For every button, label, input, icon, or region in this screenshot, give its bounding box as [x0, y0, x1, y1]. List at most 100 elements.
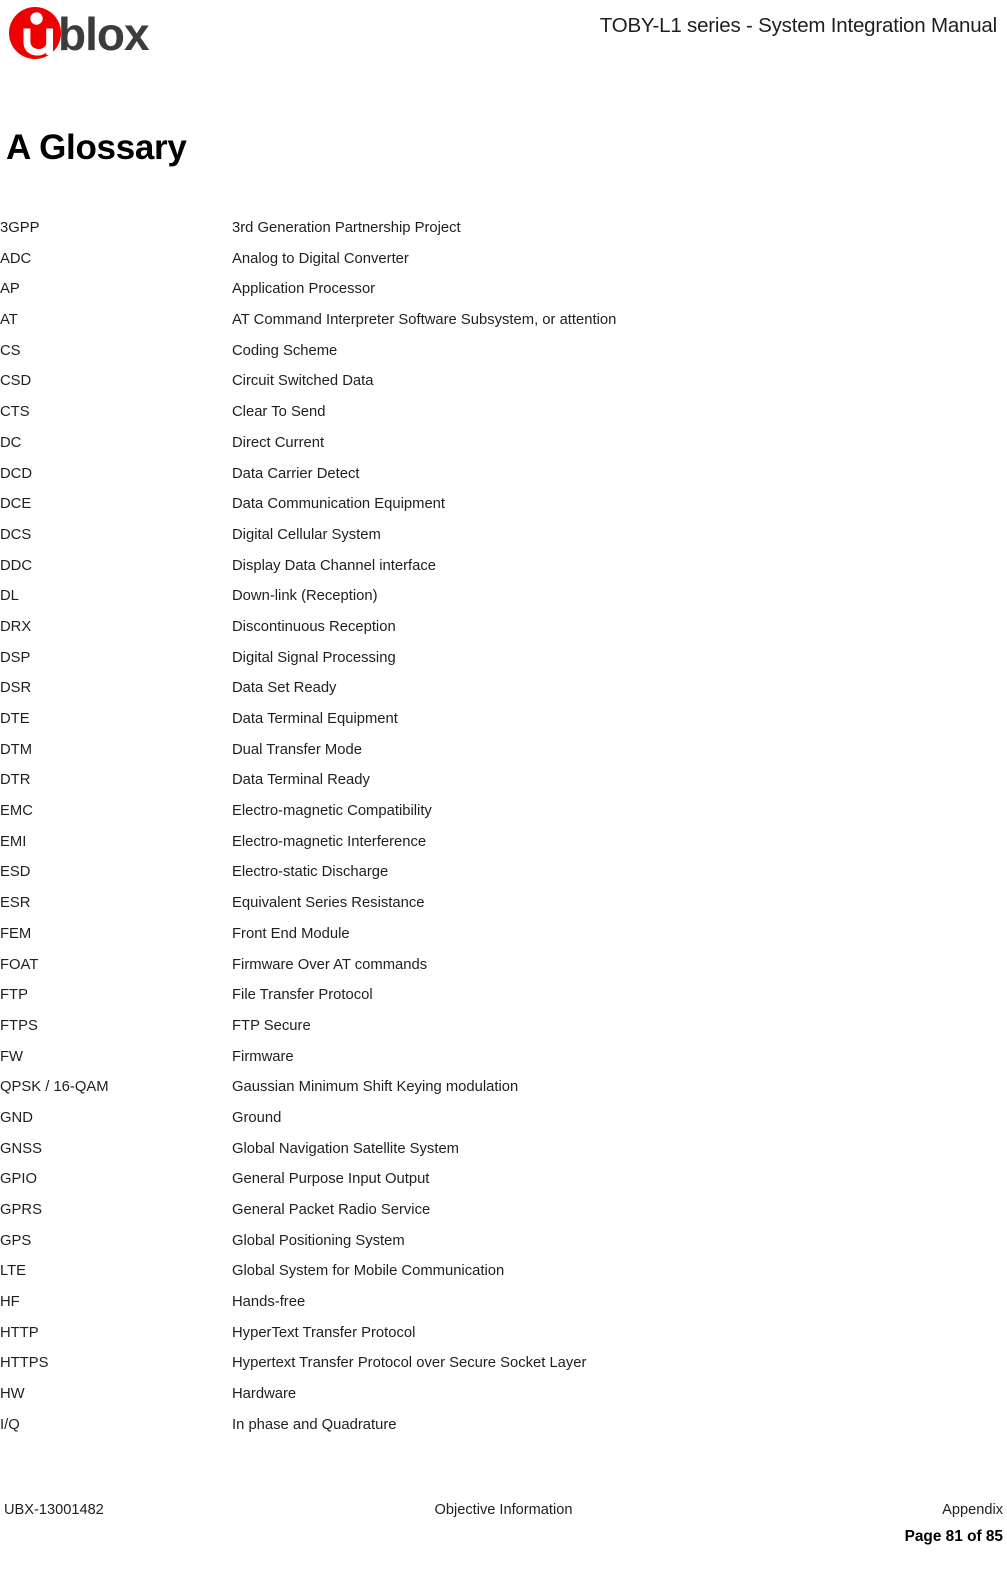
- glossary-term: DSR: [0, 680, 32, 697]
- glossary-term: FEM: [0, 925, 32, 942]
- ublox-logo: blox: [6, 4, 166, 62]
- glossary-term: DCD: [0, 465, 33, 482]
- glossary-row: QPSK / 16-QAM Gaussian Minimum Shift Keyi…: [0, 1079, 1007, 1110]
- glossary-definition: Firmware Over AT commands: [232, 956, 428, 973]
- glossary-definition: Equivalent Series Resistance: [232, 895, 425, 912]
- page-title: A Glossary: [6, 128, 187, 167]
- glossary-row: FOAT Firmware Over AT commands: [0, 957, 1007, 988]
- glossary-row: LTE Global System for Mobile Communicatio…: [0, 1263, 1007, 1294]
- glossary-definition: Direct Current: [232, 434, 325, 451]
- glossary-row: DDC Display Data Channel interface: [0, 558, 1007, 589]
- glossary-row: DTR Data Terminal Ready: [0, 772, 1007, 803]
- glossary-definition: AT Command Interpreter Software Subsyste…: [232, 312, 617, 329]
- glossary-row: FTPS FTP Secure: [0, 1018, 1007, 1049]
- glossary-row: HW Hardware: [0, 1386, 1007, 1417]
- glossary-definition: General Purpose Input Output: [232, 1171, 430, 1188]
- glossary-definition: HyperText Transfer Protocol: [232, 1324, 416, 1341]
- glossary-definition: Application Processor: [232, 281, 376, 298]
- glossary-definition: Data Carrier Detect: [232, 465, 360, 482]
- glossary-row: EMC Electro-magnetic Compatibility: [0, 803, 1007, 834]
- glossary-definition: 3rd Generation Partnership Project: [232, 220, 461, 236]
- glossary-term: HF: [0, 1294, 20, 1311]
- footer-page-number: Page 81 of 85: [904, 1528, 1003, 1545]
- glossary-term: FOAT: [0, 956, 39, 973]
- glossary-definition: Global System for Mobile Communication: [232, 1263, 505, 1280]
- glossary-definition: File Transfer Protocol: [232, 987, 373, 1004]
- glossary-term: CS: [0, 342, 21, 359]
- glossary-term: DSP: [0, 649, 31, 666]
- glossary-definition: Hands-free: [232, 1294, 306, 1311]
- glossary-term: GPS: [0, 1232, 32, 1249]
- footer-section-label: Appendix: [942, 1502, 1003, 1518]
- glossary-definition: In phase and Quadrature: [232, 1416, 397, 1433]
- glossary-definition: Discontinuous Reception: [232, 618, 396, 635]
- glossary-row: GPRS General Packet Radio Service: [0, 1202, 1007, 1233]
- glossary-definition: Display Data Channel interface: [232, 557, 436, 574]
- glossary-term: AT: [0, 312, 18, 329]
- glossary-term: I/Q: [0, 1416, 20, 1433]
- glossary-term: ESD: [0, 864, 31, 881]
- glossary-row: EMI Electro-magnetic Interference: [0, 834, 1007, 865]
- glossary-row: GPIO General Purpose Input Output: [0, 1171, 1007, 1202]
- glossary-definition: Ground: [232, 1109, 282, 1126]
- glossary-term: GNSS: [0, 1140, 42, 1157]
- glossary-definition: Clear To Send: [232, 404, 326, 421]
- glossary-definition: Dual Transfer Mode: [232, 741, 362, 758]
- glossary-term: GND: [0, 1109, 33, 1126]
- svg-text:blox: blox: [58, 8, 150, 60]
- page-header: blox TOBY-L1 series - System Integration…: [0, 0, 1007, 70]
- glossary-row: FEM Front End Module: [0, 926, 1007, 957]
- document-header-title: TOBY-L1 series - System Integration Manu…: [599, 14, 997, 37]
- glossary-definition: Digital Signal Processing: [232, 649, 396, 666]
- glossary-term: QPSK / 16-QAM: [0, 1079, 109, 1096]
- glossary-row: ADC Analog to Digital Converter: [0, 251, 1007, 282]
- footer-status-text: Objective Information: [434, 1502, 573, 1518]
- glossary-definition: Down-link (Reception): [232, 588, 378, 605]
- glossary-term: DTM: [0, 741, 33, 758]
- glossary-row: DL Down-link (Reception): [0, 588, 1007, 619]
- glossary-row: HTTP HyperText Transfer Protocol: [0, 1325, 1007, 1356]
- glossary-definition: Data Set Ready: [232, 680, 337, 697]
- glossary-row: DTE Data Terminal Equipment: [0, 711, 1007, 742]
- glossary-row: HF Hands-free: [0, 1294, 1007, 1325]
- glossary-definition: Data Communication Equipment: [232, 496, 446, 513]
- glossary-definition: Data Terminal Equipment: [232, 711, 398, 727]
- glossary-row: CS Coding Scheme: [0, 343, 1007, 374]
- glossary-term: ESR: [0, 895, 31, 912]
- glossary-definition: Electro-magnetic Interference: [232, 833, 427, 850]
- glossary-row: DCE Data Communication Equipment: [0, 496, 1007, 527]
- glossary-row: GPS Global Positioning System: [0, 1233, 1007, 1264]
- glossary-definition: Circuit Switched Data: [232, 373, 374, 390]
- glossary-term: DL: [0, 588, 19, 605]
- glossary-term: AP: [0, 281, 20, 298]
- glossary-row: DSP Digital Signal Processing: [0, 650, 1007, 681]
- glossary-definition: Firmware: [232, 1048, 294, 1065]
- glossary-definition: Digital Cellular System: [232, 526, 381, 543]
- glossary-term: DCS: [0, 526, 32, 543]
- page-footer: UBX-13001482 Objective Information Appen…: [0, 1502, 1007, 1564]
- glossary-definition: Global Positioning System: [232, 1232, 405, 1249]
- glossary-row: DC Direct Current: [0, 435, 1007, 466]
- glossary-term: FW: [0, 1048, 24, 1065]
- glossary-term: GPIO: [0, 1171, 37, 1188]
- glossary-term: CTS: [0, 404, 30, 421]
- glossary-definition: Electro-static Discharge: [232, 864, 389, 881]
- glossary-definition: Front End Module: [232, 925, 350, 942]
- glossary-definition: Hardware: [232, 1386, 297, 1403]
- glossary-definition: General Packet Radio Service: [232, 1202, 431, 1218]
- glossary-definition: Hypertext Transfer Protocol over Secure …: [232, 1355, 587, 1372]
- glossary-row: GNSS Global Navigation Satellite System: [0, 1141, 1007, 1172]
- glossary-term: FTP: [0, 987, 28, 1004]
- glossary-row: DTM Dual Transfer Mode: [0, 742, 1007, 773]
- glossary-term: DTE: [0, 711, 30, 727]
- glossary-term: GPRS: [0, 1202, 42, 1218]
- glossary-row: GND Ground: [0, 1110, 1007, 1141]
- glossary-definition: Gaussian Minimum Shift Keying modulation: [232, 1079, 519, 1096]
- glossary-term: DC: [0, 434, 22, 451]
- glossary-row: DCS Digital Cellular System: [0, 527, 1007, 558]
- glossary-row: 3GPP 3rd Generation Partnership Project: [0, 220, 1007, 251]
- glossary-row: ESR Equivalent Series Resistance: [0, 895, 1007, 926]
- glossary-term: ADC: [0, 250, 32, 267]
- glossary-row: CTS Clear To Send: [0, 404, 1007, 435]
- glossary-term: EMI: [0, 833, 27, 850]
